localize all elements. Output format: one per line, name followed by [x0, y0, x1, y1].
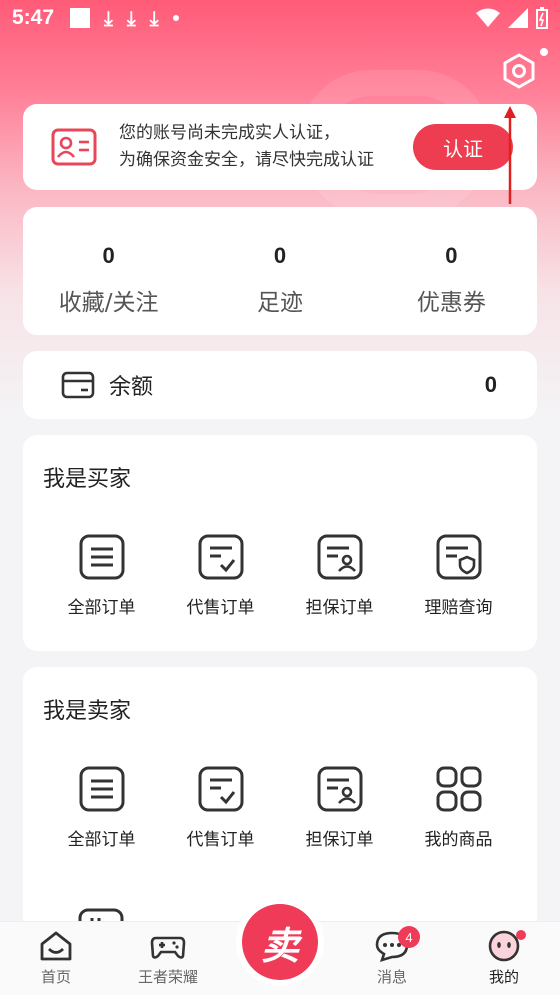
status-bar: 5:47 ⤓ ⤓ ⤓	[0, 0, 560, 36]
grid-label: 担保订单	[305, 598, 374, 618]
verify-line-2: 为确保资金安全，请尽快完成认证	[119, 150, 374, 170]
wallet-icon	[61, 371, 95, 399]
wifi-icon	[476, 8, 500, 27]
grid-label: 代售订单	[186, 830, 255, 850]
stat-footprints[interactable]: 0 足迹	[194, 207, 365, 335]
notification-square-icon	[70, 8, 91, 28]
order-check-icon	[198, 766, 243, 812]
verify-line-1: 您的账号尚未完成实人认证，	[119, 123, 340, 143]
signal-icon	[508, 8, 528, 28]
seller-all-orders[interactable]: 全部订单	[42, 765, 161, 850]
seller-consign-orders[interactable]: 代售订单	[161, 765, 280, 850]
section-title: 我是买家	[43, 467, 132, 492]
order-list-icon	[79, 534, 124, 580]
order-shield-icon	[436, 534, 481, 580]
seller-my-products[interactable]: 我的商品	[399, 765, 518, 850]
home-icon	[40, 931, 72, 961]
nav-game[interactable]: 王者荣耀	[112, 922, 224, 995]
identity-verify-banner: 您的账号尚未完成实人认证， 为确保资金安全，请尽快完成认证 认证	[23, 104, 537, 190]
mine-notification-dot	[516, 930, 526, 940]
order-list-icon	[79, 766, 124, 812]
balance-row[interactable]: 余额 0	[23, 351, 537, 419]
stat-label: 优惠券	[416, 290, 486, 316]
sell-button[interactable]: 卖	[242, 904, 318, 980]
nav-label: 消息	[376, 968, 407, 986]
nav-label: 首页	[40, 968, 71, 986]
more-notifications-dot-icon	[172, 15, 179, 21]
stat-value: 0	[445, 243, 458, 268]
grid-apps-icon	[436, 766, 481, 812]
seller-escrow-orders[interactable]: 担保订单	[280, 765, 399, 850]
id-card-icon	[51, 128, 97, 166]
grid-label: 我的商品	[424, 830, 493, 850]
stat-coupons[interactable]: 0 优惠券	[366, 207, 537, 335]
messages-badge: 4	[398, 926, 420, 948]
stat-favorites[interactable]: 0 收藏/关注	[23, 207, 194, 335]
buyer-claims[interactable]: 理赔查询	[399, 533, 518, 618]
grid-label: 担保订单	[305, 830, 374, 850]
balance-label: 余额	[109, 375, 154, 400]
battery-icon	[536, 7, 548, 29]
nav-home[interactable]: 首页	[0, 922, 112, 995]
balance-value: 0	[484, 372, 497, 397]
stat-label: 足迹	[256, 290, 303, 316]
settings-notification-dot	[540, 48, 548, 56]
stat-label: 收藏/关注	[58, 290, 159, 316]
nav-label: 我的	[488, 968, 519, 986]
grid-label: 理赔查询	[424, 598, 493, 618]
buyer-escrow-orders[interactable]: 担保订单	[280, 533, 399, 618]
buyer-all-orders[interactable]: 全部订单	[42, 533, 161, 618]
download-icon: ⤓	[149, 6, 159, 30]
stat-value: 0	[102, 243, 115, 268]
grid-label: 全部订单	[67, 598, 136, 618]
grid-label: 全部订单	[67, 830, 136, 850]
buyer-consign-orders[interactable]: 代售订单	[161, 533, 280, 618]
order-person-icon	[317, 534, 362, 580]
order-check-icon	[198, 534, 243, 580]
buyer-section: 我是买家 全部订单 代售订单 担保订单 理赔查询	[23, 435, 537, 651]
download-icon: ⤓	[104, 6, 113, 30]
nav-messages[interactable]: 4 消息	[336, 922, 448, 995]
section-title: 我是卖家	[43, 699, 132, 724]
status-time: 5:47	[12, 6, 55, 29]
grid-label: 代售订单	[186, 598, 255, 618]
nav-label: 王者荣耀	[137, 968, 198, 986]
gamepad-icon	[150, 936, 186, 959]
verify-button[interactable]: 认证	[413, 124, 513, 170]
order-person-icon	[317, 766, 362, 812]
download-icon: ⤓	[126, 6, 136, 30]
nav-mine[interactable]: 我的	[448, 922, 560, 995]
settings-icon[interactable]	[500, 52, 538, 90]
stat-value: 0	[273, 243, 287, 268]
seller-section: 我是卖家 全部订单 代售订单 担保订单 我的商品	[23, 667, 537, 937]
stats-card: 0 收藏/关注 0 足迹 0 优惠券	[23, 207, 537, 335]
arrow-up-annotation	[504, 106, 516, 204]
